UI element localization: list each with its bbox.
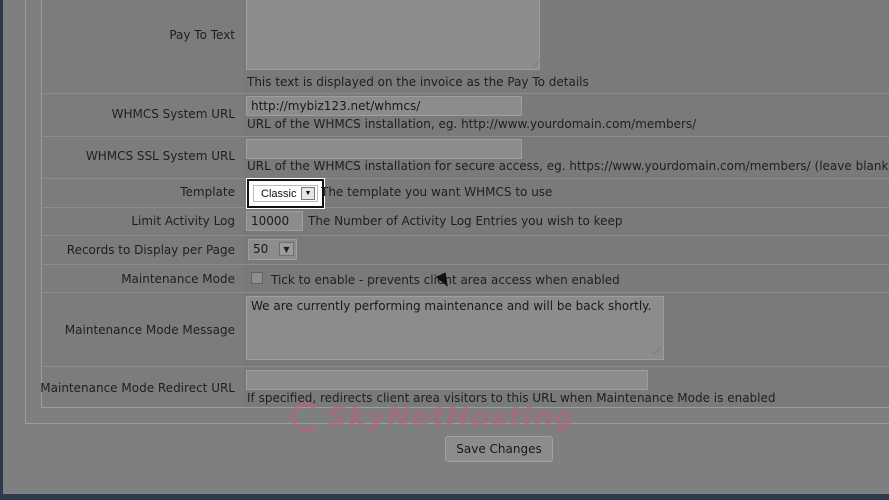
maintenance-redirect-input[interactable] <box>246 370 648 390</box>
chevron-down-icon[interactable]: ▼ <box>279 242 294 256</box>
row-divider <box>42 264 889 265</box>
activity-log-input[interactable]: 10000 <box>246 211 303 231</box>
row-divider <box>42 93 889 94</box>
maintenance-mode-checkbox[interactable] <box>251 272 263 284</box>
ssl-system-url-label: WHMCS SSL System URL <box>85 149 235 163</box>
ssl-system-url-input[interactable] <box>246 139 522 159</box>
pay-to-text-label: Pay To Text <box>169 28 235 42</box>
ssl-system-url-help: URL of the WHMCS installation for secure… <box>247 159 888 173</box>
records-per-page-label: Records to Display per Page <box>66 243 235 257</box>
activity-log-help: The Number of Activity Log Entries you w… <box>308 214 623 228</box>
template-selected-value: Classic <box>261 188 297 200</box>
skynet-logo-icon <box>291 401 321 432</box>
row-divider <box>42 366 889 367</box>
save-changes-button[interactable]: Save Changes <box>445 436 553 462</box>
system-url-label: WHMCS System URL <box>111 107 235 121</box>
pay-to-text-help: This text is displayed on the invoice as… <box>247 75 589 89</box>
system-url-input[interactable]: http://mybiz123.net/whmcs/ <box>246 96 522 116</box>
row-divider <box>42 136 889 137</box>
settings-page: Pay To Text ⋰ This text is displayed on … <box>0 0 889 500</box>
maintenance-message-textarea[interactable]: We are currently performing maintenance … <box>246 296 664 360</box>
row-divider <box>42 207 889 208</box>
activity-log-label: Limit Activity Log <box>131 214 235 228</box>
resize-grip-icon: ⋰ <box>533 58 541 67</box>
template-label: Template <box>180 185 235 199</box>
records-per-page-select[interactable]: 50 ▼ <box>248 239 297 260</box>
template-select[interactable]: Classic ▼ <box>247 179 324 208</box>
chevron-down-icon[interactable]: ▼ <box>301 187 315 200</box>
row-divider <box>42 235 889 236</box>
row-divider <box>42 292 889 293</box>
template-help: The template you want WHMCS to use <box>321 185 553 199</box>
system-url-help: URL of the WHMCS installation, eg. http:… <box>247 117 697 131</box>
row-divider <box>42 178 889 179</box>
maintenance-mode-label: Maintenance Mode <box>121 272 235 286</box>
pay-to-text-textarea[interactable] <box>246 0 540 70</box>
resize-grip-icon: ⋰ <box>653 346 661 355</box>
records-per-page-value: 50 <box>253 242 269 256</box>
label-column <box>42 0 243 407</box>
watermark-text: SkyNetHosting <box>327 400 576 433</box>
watermark: SkyNetHosting <box>291 400 575 433</box>
maintenance-redirect-label: Maintenance Mode Redirect URL <box>40 381 235 395</box>
maintenance-message-label: Maintenance Mode Message <box>64 323 235 337</box>
